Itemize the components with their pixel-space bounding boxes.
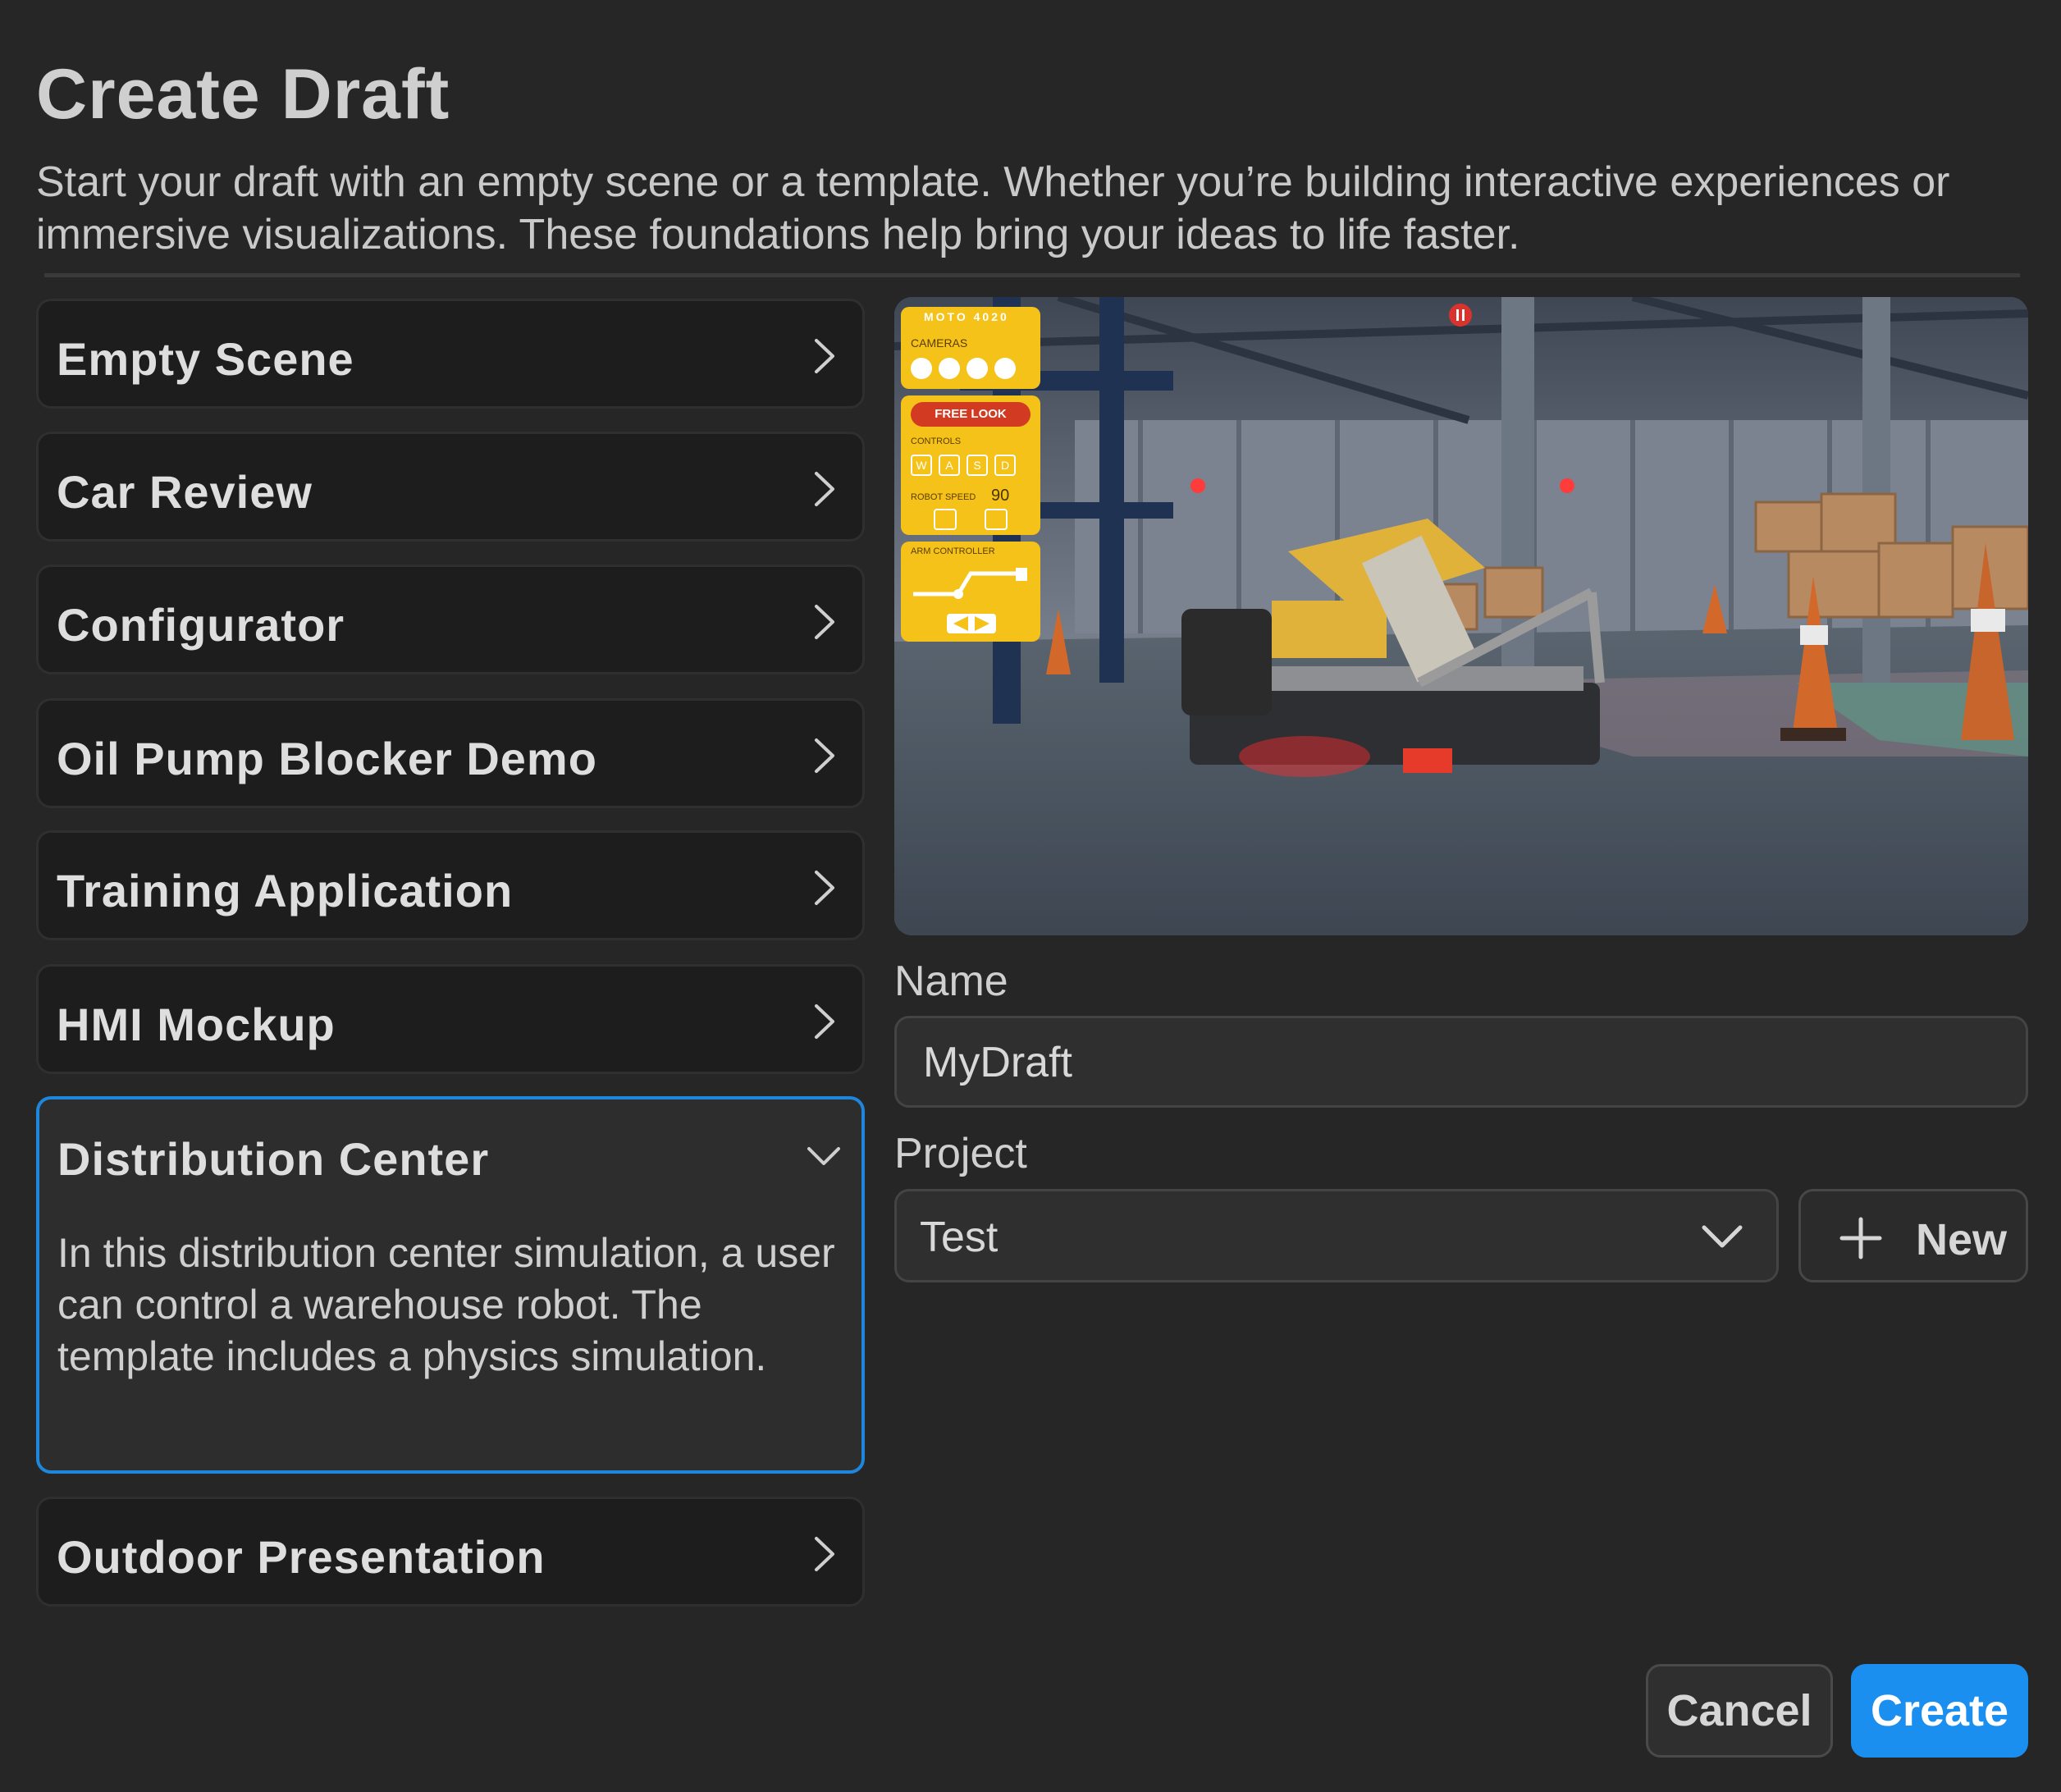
camera-button[interactable] [911,358,932,379]
chevron-right-icon [815,1537,834,1571]
plus-icon [1839,1217,1882,1259]
header-divider [44,273,2020,277]
template-item-car-review[interactable]: Car Review [36,432,865,542]
hud-cameras-label: CAMERAS [911,336,968,350]
hud-brand: MOTO 4020 [924,310,1009,323]
hud-cameras-card: MOTO 4020 CAMERAS [901,307,1040,389]
template-item-oil-pump-blocker-demo[interactable]: Oil Pump Blocker Demo [36,698,865,808]
hud-robot-speed-label: ROBOT SPEED [911,492,976,502]
template-label: Car Review [57,466,313,518]
hud-arm-arrows [947,614,996,633]
create-button[interactable]: Create [1851,1664,2028,1758]
key-w: W [911,455,932,476]
hud-controls-label: CONTROLS [911,437,962,446]
hud-robot-speed-value: 90 [991,487,1010,505]
key-d: D [994,455,1016,476]
template-item-configurator[interactable]: Configurator [36,565,865,674]
robot-arm-icon [913,568,1027,599]
warehouse-scene-illustration [894,297,2028,935]
dialog-description: Start your draft with an empty scene or … [36,158,1950,258]
camera-button[interactable] [994,358,1016,379]
name-input-value: MyDraft [923,1039,1072,1086]
chevron-right-icon [815,1004,834,1039]
speed-increase-button[interactable] [985,509,1008,530]
template-item-training-application[interactable]: Training Application [36,830,865,940]
new-project-button[interactable]: New [1798,1189,2028,1282]
speed-decrease-button[interactable] [934,509,957,530]
template-item-empty-scene[interactable]: Empty Scene [36,299,865,409]
camera-button[interactable] [939,358,960,379]
new-project-label: New [1916,1215,2008,1264]
project-select-value: Test [920,1214,999,1261]
template-label: Outdoor Presentation [57,1531,546,1583]
project-select[interactable]: Test [894,1189,1779,1282]
hud-controls-card: FREE LOOK CONTROLS WASD ROBOT SPEED 90 [901,395,1040,535]
dialog-title: Create Draft [36,55,450,134]
name-input[interactable]: MyDraft [894,1016,2028,1108]
template-label: Training Application [57,865,514,917]
chevron-down-icon [1702,1225,1743,1248]
create-draft-dialog: Create Draft Start your draft with an em… [0,0,2061,1792]
arm-left-right-icon[interactable] [947,614,996,633]
template-label: Distribution Center [57,1133,490,1185]
chevron-right-icon [815,605,834,639]
template-label: Configurator [57,599,345,651]
camera-button[interactable] [967,358,988,379]
cancel-button[interactable]: Cancel [1646,1664,1833,1758]
hud-panel: MOTO 4020 CAMERAS FREE LOOK CONTROLS WAS… [901,307,1040,642]
template-description: In this distribution center simulation, … [57,1230,835,1379]
hud-speed-buttons [934,509,1008,534]
key-a: A [939,455,960,476]
template-preview-image: MOTO 4020 CAMERAS FREE LOOK CONTROLS WAS… [894,297,2028,935]
hud-arm-card: ARM CONTROLLER [901,542,1040,642]
chevron-right-icon [815,871,834,905]
template-label: HMI Mockup [57,999,336,1050]
chevron-right-icon [815,738,834,773]
template-item-outdoor-presentation[interactable]: Outdoor Presentation [36,1497,865,1607]
template-label: Empty Scene [57,333,354,385]
hud-camera-dots [911,358,1016,383]
template-item-hmi-mockup[interactable]: HMI Mockup [36,964,865,1074]
template-label: Oil Pump Blocker Demo [57,733,597,784]
chevron-right-icon [815,472,834,506]
project-label: Project [894,1130,1027,1177]
key-s: S [967,455,988,476]
template-item-distribution-center[interactable]: Distribution Center In this distribution… [36,1096,865,1474]
hud-wasd-keys: WASD [911,455,1016,476]
chevron-right-icon [815,339,834,373]
chevron-down-icon [807,1147,840,1165]
hud-free-look-button[interactable]: FREE LOOK [911,402,1030,427]
name-label: Name [894,958,1008,1005]
hud-arm-controller-label: ARM CONTROLLER [911,546,995,556]
